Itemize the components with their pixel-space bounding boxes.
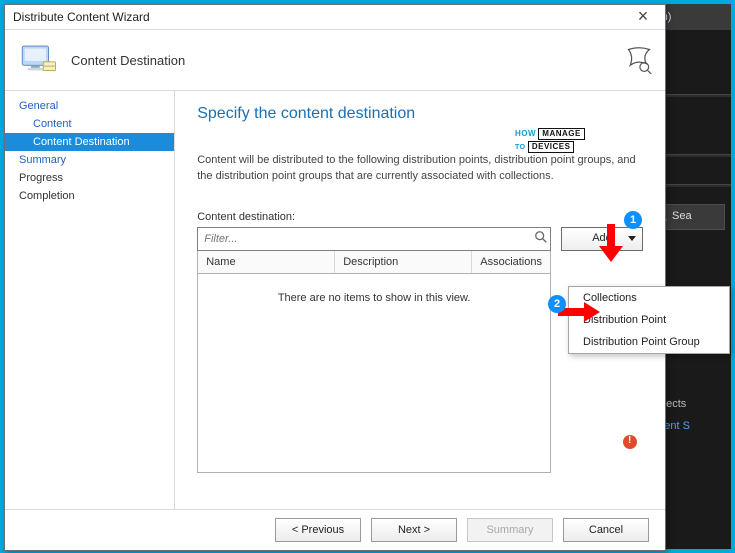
- destination-table-body: There are no items to show in this view.: [197, 274, 551, 473]
- header-title: Content Destination: [71, 53, 185, 68]
- dialog-title: Distribute Content Wizard: [13, 10, 150, 24]
- pane-description: Content will be distributed to the follo…: [197, 153, 643, 185]
- content-destination-label: Content destination:: [197, 211, 643, 223]
- nav-step-content[interactable]: Content: [5, 115, 174, 133]
- annotation-callout-1: 1: [624, 211, 642, 229]
- wizard-steps-nav: General Content Content Destination Summ…: [5, 91, 175, 511]
- pane-heading: Specify the content destination: [197, 105, 643, 123]
- close-button[interactable]: ×: [625, 5, 661, 29]
- content-monitor-icon: [17, 39, 59, 81]
- filter-input[interactable]: [198, 228, 532, 250]
- summary-button: Summary: [467, 518, 553, 542]
- dialog-titlebar: Distribute Content Wizard ×: [5, 5, 665, 30]
- column-name[interactable]: Name: [198, 251, 335, 273]
- empty-list-text: There are no items to show in this view.: [278, 292, 471, 472]
- dialog-header: Content Destination: [5, 30, 665, 91]
- annotation-arrow-1: [597, 222, 625, 264]
- column-description[interactable]: Description: [335, 251, 472, 273]
- nav-step-completion: Completion: [5, 187, 174, 205]
- nav-step-summary[interactable]: Summary: [5, 151, 174, 169]
- chevron-down-icon: [628, 236, 636, 241]
- validation-error-icon: [623, 435, 637, 449]
- destination-table-header: Name Description Associations: [197, 251, 551, 274]
- column-associations[interactable]: Associations: [472, 251, 550, 273]
- cancel-button[interactable]: Cancel: [563, 518, 649, 542]
- next-button[interactable]: Next >: [371, 518, 457, 542]
- distribute-content-wizard: Distribute Content Wizard × Content Dest…: [4, 4, 666, 551]
- filter-box: [197, 227, 551, 251]
- search-icon[interactable]: [532, 230, 550, 247]
- menu-item-distribution-point-group[interactable]: Distribution Point Group: [569, 331, 729, 353]
- nav-step-general[interactable]: General: [5, 97, 174, 115]
- watermark-logo: HOW MANAGE TO DEVICES: [515, 128, 605, 153]
- wizard-footer: < Previous Next > Summary Cancel: [5, 509, 665, 550]
- annotation-callout-2: 2: [548, 295, 566, 313]
- nav-step-content-destination[interactable]: Content Destination: [5, 133, 174, 151]
- help-ribbon-icon[interactable]: [625, 46, 653, 74]
- previous-button[interactable]: < Previous: [275, 518, 361, 542]
- nav-step-progress: Progress: [5, 169, 174, 187]
